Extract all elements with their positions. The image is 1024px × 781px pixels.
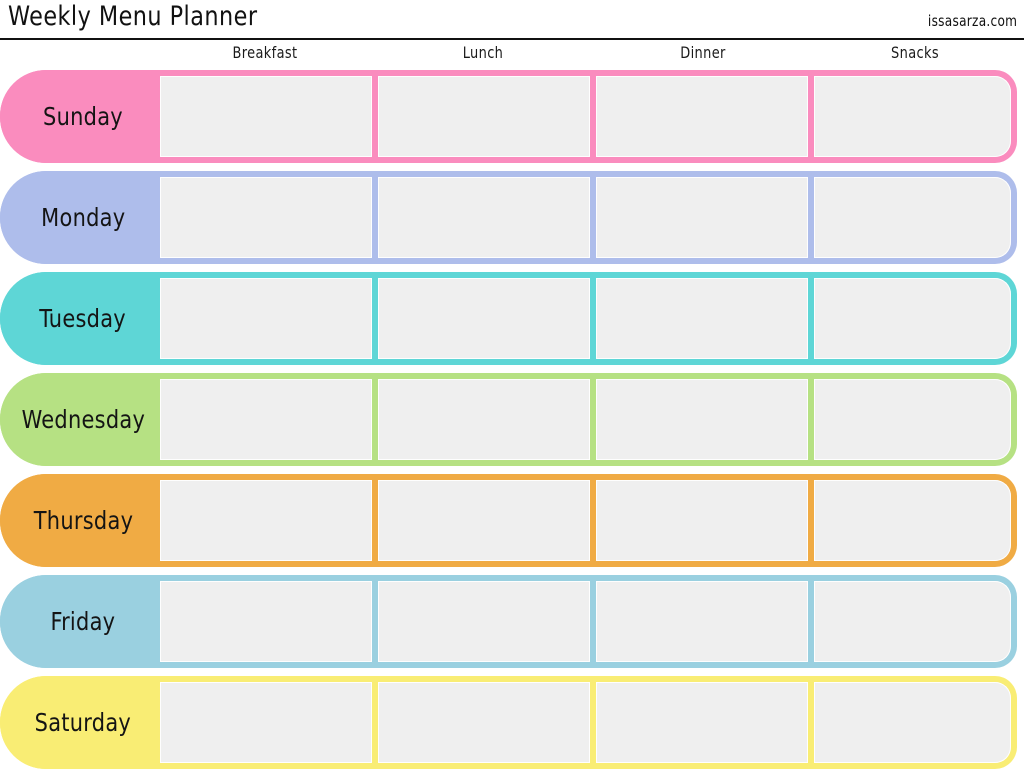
meal-cell-thursday-breakfast[interactable]	[160, 480, 372, 561]
day-label-text: Sunday	[43, 102, 123, 131]
meal-cell-friday-lunch[interactable]	[378, 581, 590, 662]
meal-cell-tuesday-breakfast[interactable]	[160, 278, 372, 359]
meal-cells	[160, 272, 1017, 365]
meal-cell-friday-breakfast[interactable]	[160, 581, 372, 662]
meal-cell-saturday-dinner[interactable]	[596, 682, 808, 763]
meal-cell-tuesday-snacks[interactable]	[814, 278, 1011, 359]
meal-cell-thursday-snacks[interactable]	[814, 480, 1011, 561]
column-header-snacks: Snacks	[891, 43, 939, 62]
meal-cell-thursday-dinner[interactable]	[596, 480, 808, 561]
meal-cell-monday-dinner[interactable]	[596, 177, 808, 258]
day-label-text: Wednesday	[21, 405, 145, 434]
column-header-lunch: Lunch	[462, 43, 504, 62]
meal-cell-tuesday-lunch[interactable]	[378, 278, 590, 359]
column-header-dinner: Dinner	[680, 43, 726, 62]
meal-cell-wednesday-snacks[interactable]	[814, 379, 1011, 460]
column-header-row: Breakfast Lunch Dinner Snacks	[0, 40, 1024, 70]
meal-cell-sunday-snacks[interactable]	[814, 76, 1011, 157]
meal-cell-tuesday-dinner[interactable]	[596, 278, 808, 359]
day-row-saturday: Saturday	[0, 676, 1017, 769]
meal-cell-monday-snacks[interactable]	[814, 177, 1011, 258]
day-label-monday: Monday	[0, 171, 160, 264]
meal-cells	[160, 70, 1017, 163]
day-label-saturday: Saturday	[0, 676, 160, 769]
column-header-breakfast: Breakfast	[232, 43, 298, 62]
day-row-monday: Monday	[0, 171, 1017, 264]
day-label-tuesday: Tuesday	[0, 272, 160, 365]
day-row-wednesday: Wednesday	[0, 373, 1017, 466]
meal-cells	[160, 171, 1017, 264]
day-row-tuesday: Tuesday	[0, 272, 1017, 365]
day-label-text: Friday	[50, 607, 116, 636]
day-label-text: Tuesday	[39, 304, 127, 333]
meal-cell-wednesday-lunch[interactable]	[378, 379, 590, 460]
day-label-wednesday: Wednesday	[0, 373, 160, 466]
meal-cell-sunday-breakfast[interactable]	[160, 76, 372, 157]
day-row-sunday: Sunday	[0, 70, 1017, 163]
day-row-friday: Friday	[0, 575, 1017, 668]
meal-cells	[160, 575, 1017, 668]
meal-cell-monday-breakfast[interactable]	[160, 177, 372, 258]
day-row-thursday: Thursday	[0, 474, 1017, 567]
planner-grid: Sunday Monday Tuesday Wednesday Thursday Frid…	[0, 70, 1024, 769]
day-label-text: Thursday	[33, 506, 133, 535]
day-label-friday: Friday	[0, 575, 160, 668]
meal-cell-wednesday-breakfast[interactable]	[160, 379, 372, 460]
meal-cell-wednesday-dinner[interactable]	[596, 379, 808, 460]
meal-cell-sunday-lunch[interactable]	[378, 76, 590, 157]
meal-cell-thursday-lunch[interactable]	[378, 480, 590, 561]
meal-cell-sunday-dinner[interactable]	[596, 76, 808, 157]
meal-cells	[160, 676, 1017, 769]
meal-cell-friday-snacks[interactable]	[814, 581, 1011, 662]
day-label-sunday: Sunday	[0, 70, 160, 163]
day-label-text: Saturday	[34, 708, 132, 737]
meal-cells	[160, 474, 1017, 567]
meal-cell-friday-dinner[interactable]	[596, 581, 808, 662]
site-url-credit: issasarza.com	[927, 12, 1017, 30]
page-header: Weekly Menu Planner issasarza.com	[0, 0, 1024, 40]
day-label-thursday: Thursday	[0, 474, 160, 567]
meal-cell-monday-lunch[interactable]	[378, 177, 590, 258]
page-title: Weekly Menu Planner	[8, 1, 258, 32]
meal-cells	[160, 373, 1017, 466]
meal-cell-saturday-breakfast[interactable]	[160, 682, 372, 763]
meal-cell-saturday-lunch[interactable]	[378, 682, 590, 763]
meal-cell-saturday-snacks[interactable]	[814, 682, 1011, 763]
day-label-text: Monday	[40, 203, 126, 232]
